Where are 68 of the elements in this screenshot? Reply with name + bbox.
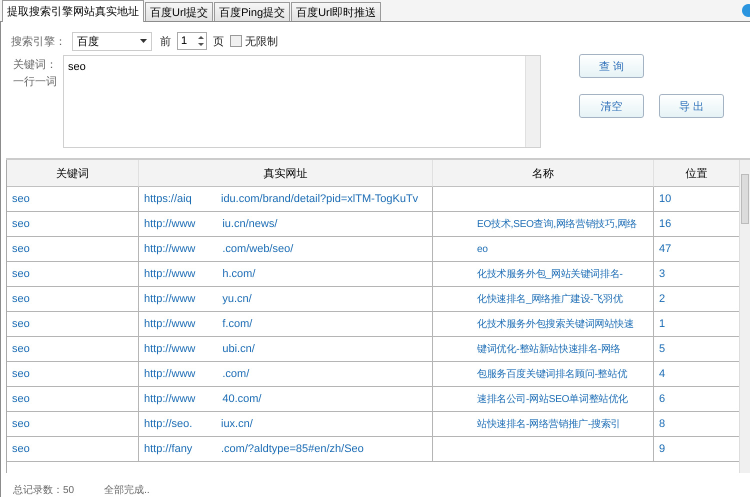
tab[interactable]: 提取搜索引擎网站真实地址 <box>2 0 144 22</box>
url-start: http://www <box>144 342 196 356</box>
url-end: .com/?aldtype=85#en/zh/Seo <box>221 442 364 456</box>
table-cell: seo <box>7 312 139 337</box>
table-cell: seo <box>7 237 139 262</box>
caret-icon <box>140 39 147 43</box>
url-end: 40.com/ <box>222 392 262 406</box>
table-cell: seo <box>7 287 139 312</box>
table-cell: 化快速排名_网络推广建设-飞羽优 <box>433 287 654 312</box>
table-cell: 速排名公司-网站SEO单词整站优化 <box>433 387 654 412</box>
clear-button[interactable]: 清空 <box>579 94 644 118</box>
url-start: http://www <box>144 292 196 306</box>
column-header[interactable]: 位置 <box>654 160 740 187</box>
table-cell: seo <box>7 387 139 412</box>
table-cell: EO技术,SEO查询,网络营销技巧,网络 <box>433 212 654 237</box>
spinner-arrows-icon[interactable] <box>196 33 206 49</box>
scrollbar[interactable] <box>739 160 750 473</box>
url-end: .com/web/seo/ <box>222 242 294 256</box>
url-start: http://seo. <box>144 417 194 431</box>
url-end: iux.cn/ <box>221 417 253 431</box>
unlimited-checkbox[interactable] <box>230 35 242 47</box>
search-engine-select[interactable]: 百度 <box>72 32 152 50</box>
url-start: http://www <box>144 217 196 231</box>
unlimited-label: 无限制 <box>245 34 278 48</box>
url-start: http://fany <box>144 442 194 456</box>
url-start: http://www <box>144 242 196 256</box>
url-end: ubi.cn/ <box>222 342 255 356</box>
keywords-textarea[interactable]: seo <box>63 55 541 148</box>
url-end: yu.cn/ <box>222 292 252 306</box>
tab[interactable]: 百度Url提交 <box>145 2 214 21</box>
table-cell: seo <box>7 262 139 287</box>
table-cell: 化技术服务外包_网站关键词排名- <box>433 262 654 287</box>
table-cell: 化技术服务外包搜索关键词网站快速 <box>433 312 654 337</box>
url-start: http://www <box>144 267 196 281</box>
table-cell: 包服务百度关键词排名顾问-整站优 <box>433 362 654 387</box>
export-button[interactable]: 导 出 <box>659 94 724 118</box>
table-cell: 键词优化-整站新站快速排名-网络 <box>433 337 654 362</box>
pages-spinner[interactable]: 1 <box>177 32 207 50</box>
url-start: https://aiq <box>144 192 193 206</box>
url-start: http://www <box>144 317 196 331</box>
url-start: http://www <box>144 367 196 381</box>
status-message: 全部完成.. <box>104 484 150 497</box>
table-cell: seo <box>7 412 139 437</box>
tab[interactable]: 百度Ping提交 <box>214 2 290 21</box>
url-end: .com/ <box>222 367 250 381</box>
table-cell: seo <box>7 212 139 237</box>
tab[interactable]: 百度Url即时推送 <box>291 2 382 21</box>
keywords-label: 一行一词 <box>13 75 57 89</box>
pages-prefix: 前 <box>160 34 171 48</box>
url-end: h.com/ <box>222 267 256 281</box>
table-cell: seo <box>7 437 139 462</box>
pages-suffix: 页 <box>213 34 224 48</box>
record-count: 总记录数：50 <box>13 484 74 497</box>
search-engine-label: 搜索引擎： <box>11 34 66 48</box>
table-cell: seo <box>7 337 139 362</box>
keywords-label: 关键词： <box>13 58 57 72</box>
query-button[interactable]: 查 询 <box>579 54 644 78</box>
column-header[interactable]: 名称 <box>433 160 654 187</box>
table-cell: seo <box>7 362 139 387</box>
url-end: f.com/ <box>222 317 252 331</box>
column-header[interactable]: 关键词 <box>7 160 139 187</box>
url-end: iu.cn/news/ <box>222 217 278 231</box>
table-cell: 站快速排名-网络营销推广-搜索引 <box>433 412 654 437</box>
url-start: http://www <box>144 392 196 406</box>
table-cell: seo <box>7 187 139 212</box>
table-cell: eo <box>433 237 654 262</box>
url-end: idu.com/brand/detail?pid=xlTM-TogKuTv <box>221 192 418 206</box>
column-header[interactable]: 真实网址 <box>139 160 433 187</box>
